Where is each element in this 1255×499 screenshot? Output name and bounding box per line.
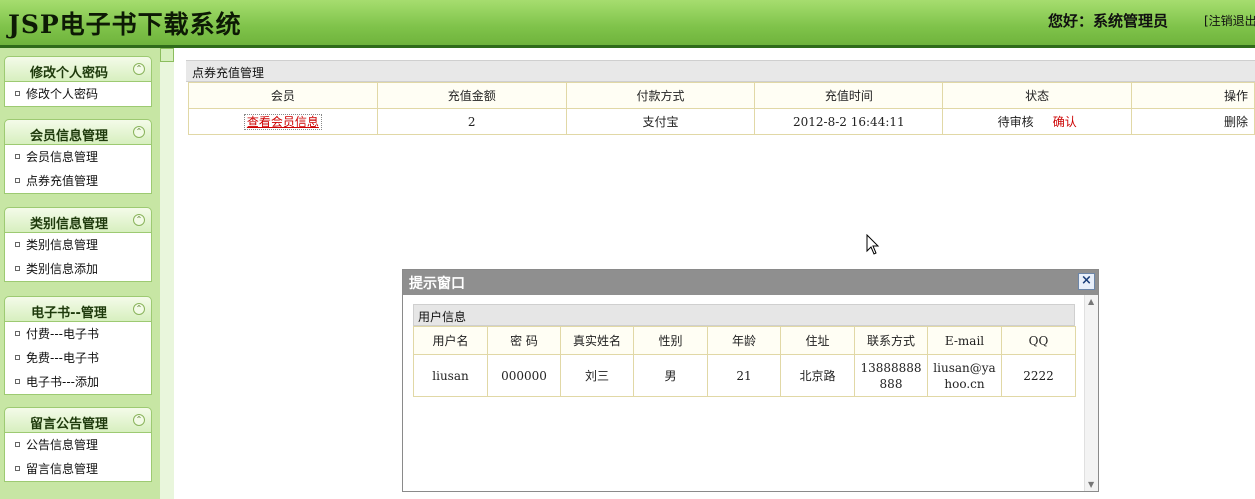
collapse-icon[interactable]: ⌃ [133, 63, 145, 75]
status-badge: 待审核 [997, 115, 1034, 129]
delete-link[interactable]: 删除 [1224, 115, 1248, 129]
column-header: 用户名 [413, 326, 488, 355]
qq-cell: 2222 [1001, 354, 1076, 397]
phone-cell: 13888888888 [854, 354, 928, 397]
bullet-icon [15, 466, 20, 471]
column-header: 住址 [780, 326, 855, 355]
app-title: JSP电子书下载系统 [8, 10, 242, 39]
sidebar-item-ebook-add[interactable]: 电子书---添加 [5, 370, 151, 394]
sidebar-item-category-management[interactable]: 类别信息管理 [5, 233, 151, 257]
sidebar-section-password: 修改个人密码 ⌃ 修改个人密码 [4, 56, 152, 107]
sidebar-section-messages: 留言公告管理 ⌃ 公告信息管理 留言信息管理 [4, 407, 152, 482]
sidebar-splitter [160, 48, 174, 499]
sidebar-item-member-management[interactable]: 会员信息管理 [5, 145, 151, 169]
sidebar-section-header[interactable]: 修改个人密码 ⌃ [4, 56, 152, 82]
email-cell: liusan@yahoo.cn [927, 354, 1002, 397]
sidebar-item-message-management[interactable]: 留言信息管理 [5, 457, 151, 481]
collapse-icon[interactable]: ⌃ [133, 214, 145, 226]
sidebar-item-notice-management[interactable]: 公告信息管理 [5, 433, 151, 457]
column-header: 操作 [1131, 82, 1255, 109]
logout-link[interactable]: [注销退出 [1204, 12, 1255, 29]
realname-cell: 刘三 [560, 354, 634, 397]
table-header-row: 用户名 密 码 真实姓名 性别 年龄 住址 联系方式 E-mail QQ [413, 326, 1076, 355]
scroll-down-icon[interactable]: ▼ [1088, 480, 1094, 489]
column-header: E-mail [927, 326, 1002, 355]
prompt-window: 提示窗口 × ▲ ▼ 用户信息 用户名 密 码 真实姓名 性别 年龄 住址 联系… [402, 269, 1099, 492]
sidebar-section-categories: 类别信息管理 ⌃ 类别信息管理 类别信息添加 [4, 207, 152, 282]
sidebar-item-paid-ebooks[interactable]: 付费---电子书 [5, 322, 151, 346]
password-cell: 000000 [487, 354, 561, 397]
mouse-cursor-icon [866, 234, 880, 255]
amount-cell: 2 [376, 108, 567, 135]
sidebar-toggle-button[interactable] [160, 48, 174, 62]
popup-scrollbar[interactable]: ▲ ▼ [1084, 295, 1098, 491]
action-cell: 删除 [1131, 108, 1255, 135]
column-header: 性别 [633, 326, 708, 355]
close-icon[interactable]: × [1078, 273, 1095, 290]
header-divider [0, 45, 1255, 48]
table-row: 查看会员信息 2 支付宝 2012-8-2 16:44:11 待审核 确认 删除 [188, 108, 1255, 135]
user-info-bar: 用户信息 [413, 304, 1075, 326]
column-header: 密 码 [487, 326, 561, 355]
sidebar-section-header[interactable]: 类别信息管理 ⌃ [4, 207, 152, 233]
bullet-icon [15, 355, 20, 360]
view-member-link[interactable]: 查看会员信息 [243, 114, 322, 130]
confirm-link[interactable]: 确认 [1053, 115, 1077, 129]
address-cell: 北京路 [780, 354, 855, 397]
bullet-icon [15, 91, 20, 96]
gender-cell: 男 [633, 354, 708, 397]
sidebar-item-change-password[interactable]: 修改个人密码 [5, 82, 151, 106]
bullet-icon [15, 331, 20, 336]
page-title: 点券充值管理 [192, 66, 265, 80]
column-header: 联系方式 [854, 326, 928, 355]
sidebar-section-title: 修改个人密码 [29, 66, 108, 81]
sidebar-section-ebooks: 电子书--管理 ⌃ 付费---电子书 免费---电子书 电子书---添加 [4, 296, 152, 395]
member-cell: 查看会员信息 [188, 108, 378, 135]
bullet-icon [15, 442, 20, 447]
recharge-table: 会员 充值金额 付款方式 充值时间 状态 操作 查看会员信息 2 支付宝 201… [188, 82, 1255, 135]
column-header: 充值金额 [376, 82, 567, 109]
column-header: 充值时间 [754, 82, 944, 109]
popup-title: 提示窗口 [409, 276, 465, 292]
status-cell: 待审核 确认 [942, 108, 1133, 135]
sidebar-section-title: 留言公告管理 [29, 417, 108, 432]
collapse-icon[interactable]: ⌃ [133, 414, 145, 426]
bullet-icon [15, 154, 20, 159]
content-title-bar: 点券充值管理 [186, 60, 1255, 82]
column-header: 真实姓名 [560, 326, 634, 355]
sidebar-section-title: 会员信息管理 [29, 129, 108, 144]
popup-title-bar[interactable]: 提示窗口 × [403, 270, 1098, 295]
column-header: 状态 [942, 82, 1133, 109]
sidebar-section-header[interactable]: 电子书--管理 ⌃ [4, 296, 152, 322]
bullet-icon [15, 379, 20, 384]
age-cell: 21 [707, 354, 781, 397]
bullet-icon [15, 266, 20, 271]
collapse-icon[interactable]: ⌃ [133, 126, 145, 138]
sidebar-item-recharge-management[interactable]: 点券充值管理 [5, 169, 151, 193]
column-header: 会员 [188, 82, 378, 109]
column-header: 付款方式 [565, 82, 756, 109]
user-info-table: 用户名 密 码 真实姓名 性别 年龄 住址 联系方式 E-mail QQ liu… [413, 326, 1076, 397]
sidebar-item-category-add[interactable]: 类别信息添加 [5, 257, 151, 281]
column-header: QQ [1001, 326, 1076, 355]
scroll-up-icon[interactable]: ▲ [1088, 297, 1094, 306]
user-greeting: 您好：系统管理员 [1048, 12, 1169, 30]
sidebar-section-title: 电子书--管理 [31, 306, 107, 321]
time-cell: 2012-8-2 16:44:11 [754, 108, 944, 135]
sidebar-item-free-ebooks[interactable]: 免费---电子书 [5, 346, 151, 370]
payment-cell: 支付宝 [565, 108, 756, 135]
sidebar-section-members: 会员信息管理 ⌃ 会员信息管理 点券充值管理 [4, 119, 152, 194]
username-cell: liusan [413, 354, 488, 397]
top-header: JSP电子书下载系统 您好：系统管理员 [注销退出 [0, 0, 1255, 45]
sidebar-section-header[interactable]: 留言公告管理 ⌃ [4, 407, 152, 433]
bullet-icon [15, 242, 20, 247]
user-info-title: 用户信息 [418, 310, 467, 324]
sidebar-section-header[interactable]: 会员信息管理 ⌃ [4, 119, 152, 145]
table-header-row: 会员 充值金额 付款方式 充值时间 状态 操作 [188, 82, 1255, 109]
collapse-icon[interactable]: ⌃ [133, 303, 145, 315]
sidebar-section-title: 类别信息管理 [29, 217, 108, 232]
bullet-icon [15, 178, 20, 183]
column-header: 年龄 [707, 326, 781, 355]
table-row: liusan 000000 刘三 男 21 北京路 13888888888 li… [413, 354, 1076, 397]
